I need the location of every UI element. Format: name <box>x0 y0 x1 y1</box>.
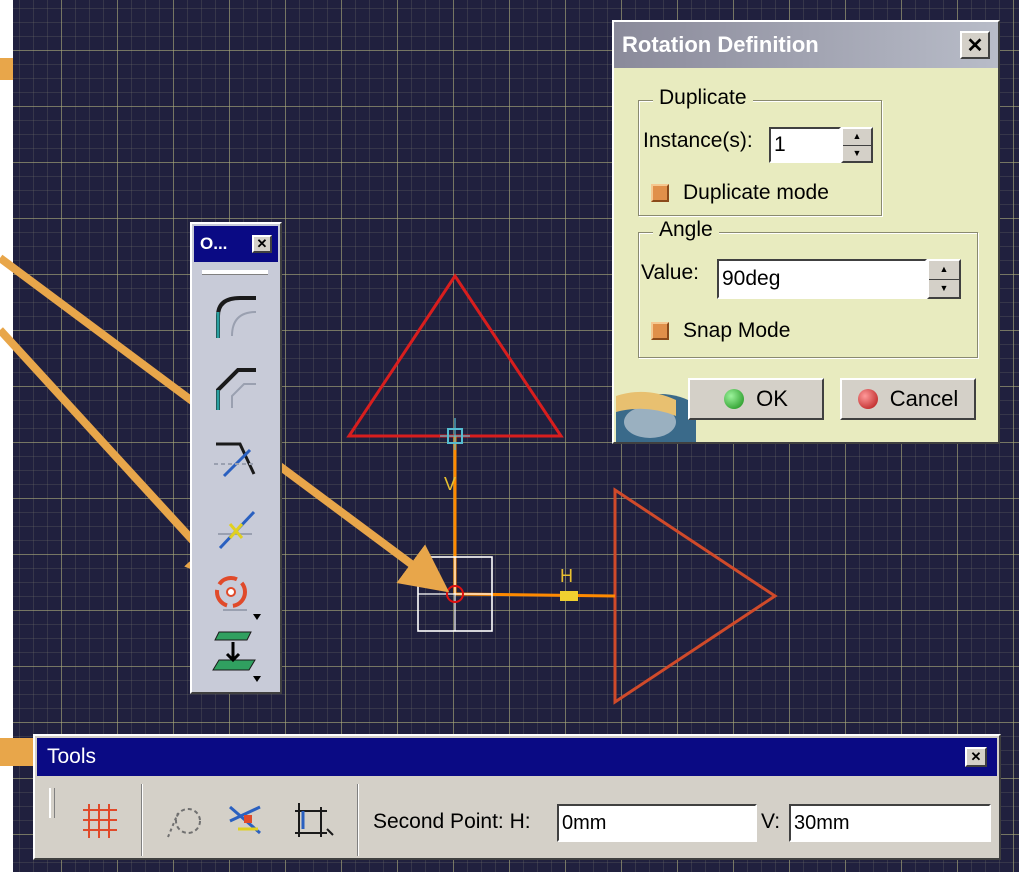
angle-group-title: Angle <box>653 218 719 242</box>
duplicate-mode-checkbox[interactable]: Duplicate mode <box>651 181 829 205</box>
dimensional-constraints-icon <box>295 803 334 837</box>
tools-titlebar[interactable]: Tools ✕ <box>37 738 997 776</box>
second-point-label: Second Point: H: <box>373 810 531 833</box>
snap-mode-check-icon <box>651 322 669 340</box>
tools-separator <box>141 784 143 856</box>
corner-icon <box>216 296 257 338</box>
dialog-close-button[interactable]: ✕ <box>960 31 990 59</box>
operation-toolbar-title: O... <box>200 234 228 253</box>
toolbar-grip[interactable] <box>202 270 268 275</box>
chamfer-button[interactable] <box>206 356 264 418</box>
operation-toolbar-close-button[interactable]: ✕ <box>252 235 272 253</box>
ok-icon <box>724 389 745 409</box>
cancel-button[interactable]: Cancel <box>840 378 976 420</box>
instances-label: Instance(s): <box>643 129 753 152</box>
quick-trim-icon <box>218 510 256 550</box>
corner-button[interactable] <box>206 284 264 346</box>
tools-close-button[interactable]: ✕ <box>965 747 987 767</box>
spin-down-icon[interactable]: ▼ <box>843 144 871 162</box>
h-axis-label: H <box>560 566 573 586</box>
h-value-input[interactable]: 0mm <box>557 804 757 842</box>
grid-icon <box>83 804 117 838</box>
snap-mode-label: Snap Mode <box>683 319 791 342</box>
tools-separator <box>357 784 359 856</box>
duplicate-mode-check-icon <box>651 184 669 202</box>
rotate-icon <box>215 576 261 620</box>
spin-up-icon[interactable]: ▲ <box>929 261 959 279</box>
original-triangle[interactable] <box>346 273 564 438</box>
angle-value-label: Value: <box>641 261 699 284</box>
dialog-decoration-image <box>616 391 696 442</box>
rotate-button[interactable] <box>206 564 264 626</box>
duplicate-mode-label: Duplicate mode <box>683 181 829 204</box>
v-value-input[interactable]: 30mm <box>789 804 991 842</box>
rotation-dialog-titlebar[interactable]: Rotation Definition ✕ <box>614 22 998 68</box>
angle-value-input[interactable]: 90deg <box>717 259 927 299</box>
tools-toolbar: Tools ✕ Second Point: H: 0mm V: 30mm <box>33 734 1001 860</box>
left-annotation-tab-top <box>0 58 13 80</box>
duplicate-group-title: Duplicate <box>653 86 753 110</box>
construction-element-icon <box>167 808 201 838</box>
construction-element-button[interactable] <box>161 790 209 850</box>
project-3d-elements-button[interactable] <box>206 624 264 686</box>
trim-button[interactable] <box>206 428 264 490</box>
snap-mode-checkbox[interactable]: Snap Mode <box>651 319 790 343</box>
tools-grip[interactable] <box>49 788 55 818</box>
chamfer-icon <box>216 368 256 410</box>
ok-button[interactable]: OK <box>688 378 824 420</box>
dimensional-constraints-button[interactable] <box>289 790 337 850</box>
duplicate-group: Duplicate Instance(s): 1 ▲ ▼ Duplicate mo… <box>638 86 882 216</box>
operation-toolbar-titlebar[interactable]: O... ✕ <box>194 226 278 262</box>
operation-toolbar: O... ✕ <box>190 222 282 694</box>
spin-down-icon[interactable]: ▼ <box>929 278 959 298</box>
instances-spinner[interactable]: ▲ ▼ <box>841 127 873 163</box>
rotated-triangle[interactable] <box>613 487 778 705</box>
project-3d-elements-icon <box>212 631 261 682</box>
h-axis-marker <box>560 591 578 601</box>
angle-group: Angle Value: 90deg ▲ ▼ Snap Mode <box>638 218 978 358</box>
trim-icon <box>214 442 256 478</box>
geometrical-constraints-icon <box>229 805 261 835</box>
v-label: V: <box>761 810 781 833</box>
geometrical-constraints-button[interactable] <box>221 790 269 850</box>
angle-spinner[interactable]: ▲ ▼ <box>927 259 961 299</box>
cancel-icon <box>857 389 878 409</box>
rotation-definition-dialog: Rotation Definition ✕ Duplicate Instance… <box>612 20 1000 444</box>
dialog-title: Rotation Definition <box>622 32 819 57</box>
v-axis-label: V <box>444 474 456 494</box>
quick-trim-button[interactable] <box>206 498 264 560</box>
left-annotation-tab-bottom <box>0 738 33 766</box>
grid-button[interactable] <box>75 790 123 850</box>
instances-input[interactable]: 1 <box>769 127 841 163</box>
spin-up-icon[interactable]: ▲ <box>843 129 871 145</box>
tools-title: Tools <box>47 745 97 768</box>
